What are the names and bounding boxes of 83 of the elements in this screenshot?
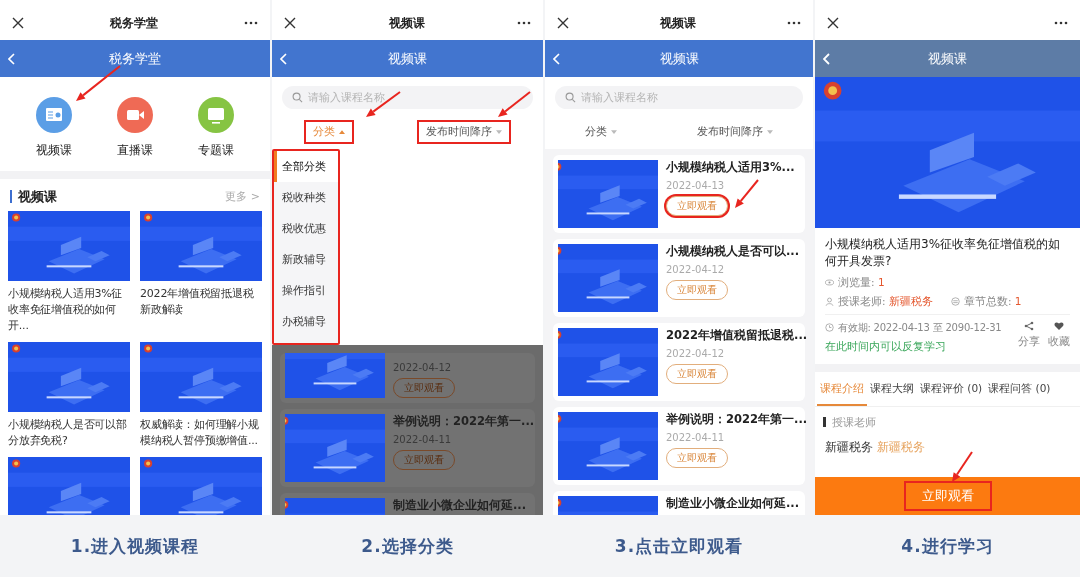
category-item[interactable]: 办税辅导 [274, 306, 338, 337]
teacher-name: 新疆税务 [825, 439, 873, 457]
caret-icon [496, 130, 503, 134]
more-icon[interactable] [1054, 21, 1068, 25]
course-date: 2022-04-12 [666, 348, 725, 359]
annotation-arrow [498, 91, 531, 117]
tab[interactable]: 课程大纲 [867, 371, 917, 406]
layers-icon [950, 297, 960, 307]
course-card[interactable]: 2022年增值税留抵退税... 2022-04-12 立即观看 [553, 323, 805, 401]
chapter-count: 章节总数: 1 [963, 294, 1022, 309]
nav-title: 税务学堂 [109, 49, 161, 68]
course-card[interactable]: 举例说明：2022年第一... 2022-04-11 立即观看 [553, 407, 805, 485]
course-date: 2022-04-12 [666, 264, 725, 275]
teacher-info: 授课老师: 新疆税务 [838, 294, 933, 309]
course-title[interactable]: 举例说明：2022年第一... [666, 412, 808, 427]
favorite-button[interactable]: 收藏 [1048, 320, 1070, 349]
validity-note: 在此时间内可以反复学习 [825, 339, 947, 354]
more-icon[interactable] [244, 21, 258, 25]
course-title[interactable]: 制造业小微企业如何延... [666, 496, 800, 511]
search-icon [292, 92, 303, 103]
more-icon[interactable] [517, 21, 531, 25]
course-card[interactable]: 小规模纳税人是否可以... 2022-04-12 立即观看 [553, 239, 805, 317]
close-icon[interactable] [557, 17, 569, 29]
step-caption: 2.选择分类 [361, 534, 454, 558]
course-date: 2022-04-12 [393, 362, 452, 373]
step-caption: 3.点击立即观看 [614, 534, 744, 558]
category-button[interactable]: 直播课 [117, 97, 153, 159]
caret-icon [611, 130, 617, 134]
caret-icon [767, 130, 773, 134]
back-icon[interactable] [553, 52, 561, 65]
search-icon [565, 92, 576, 103]
category-button[interactable]: 专题课 [197, 97, 234, 159]
page-title: 视频课 [388, 14, 425, 32]
course-date: 2022-04-11 [393, 434, 452, 445]
share-icon [1024, 320, 1034, 331]
course-title[interactable]: 小规模纳税人适用3%... [666, 160, 795, 175]
back-icon[interactable] [280, 52, 288, 65]
filter-button[interactable]: 发布时间降序 [417, 120, 512, 144]
teacher-org: 新疆税务 [877, 439, 925, 457]
course-card[interactable]: 小规模纳税人适用3%... 2022-04-13 立即观看 [553, 155, 805, 233]
course-title[interactable]: 权威解读：如何理解小规模纳税人暂停预缴增值... [140, 416, 262, 449]
back-icon[interactable] [823, 52, 831, 65]
course-title: 小规模纳税人适用3%征收率免征增值税的如何开具发票? [824, 236, 1062, 270]
course-title[interactable]: 2022年增值税留抵退税... [666, 328, 808, 343]
course-title[interactable]: 2022年增值税留抵退税新政解读 [140, 286, 262, 318]
person-icon [825, 297, 834, 307]
category-item[interactable]: 操作指引 [274, 275, 338, 306]
course-date: 2022-04-13 [666, 180, 725, 191]
nav-title: 视频课 [388, 49, 427, 68]
filter-button[interactable]: 分类 [576, 120, 626, 144]
page-title: 税务学堂 [110, 14, 158, 32]
validity-period: 有效期: 2022-04-13 至 2090-12-31 [838, 320, 1002, 335]
nav-title: 视频课 [928, 49, 967, 68]
view-count: 浏览量: 1 [838, 275, 885, 290]
eye-icon [825, 278, 834, 288]
course-date: 2022-04-11 [666, 432, 725, 443]
filter-button[interactable]: 发布时间降序 [688, 120, 782, 144]
course-card[interactable]: 制造业小微企业如何延... [553, 491, 805, 515]
caret-icon [338, 130, 345, 134]
course-title[interactable]: 小规模纳税人适用3%征收率免征增值税的如何开... [8, 286, 130, 334]
section-title: 视频课 [10, 190, 57, 203]
page-title: 视频课 [660, 14, 696, 32]
share-button[interactable]: 分享 [1018, 320, 1040, 349]
course-title[interactable]: 小规模纳税人是否可以... [666, 244, 800, 259]
step-caption: 1.进入视频课程 [70, 534, 200, 558]
category-button[interactable]: 视频课 [36, 97, 73, 159]
section-label: 授课老师 [823, 416, 1072, 428]
nav-title: 视频课 [659, 49, 699, 68]
category-item[interactable]: 税收优惠 [274, 213, 338, 244]
heart-icon [1054, 320, 1064, 331]
step-caption: 4.进行学习 [901, 534, 994, 558]
category-item[interactable]: 新政辅导 [274, 244, 338, 275]
close-icon[interactable] [12, 17, 24, 29]
category-item[interactable]: 税收种类 [274, 182, 338, 213]
back-icon[interactable] [8, 52, 16, 65]
course-title[interactable]: 小规模纳税人是否可以部分放弃免税? [8, 416, 130, 449]
more-icon[interactable] [787, 21, 801, 25]
tab[interactable]: 课程评价 (0) [917, 371, 986, 406]
close-icon[interactable] [284, 17, 296, 29]
category-item[interactable]: 全部分类 [274, 151, 338, 182]
tab[interactable]: 课程问答 (0) [985, 371, 1054, 406]
close-icon[interactable] [827, 17, 839, 29]
clock-icon [825, 323, 834, 333]
